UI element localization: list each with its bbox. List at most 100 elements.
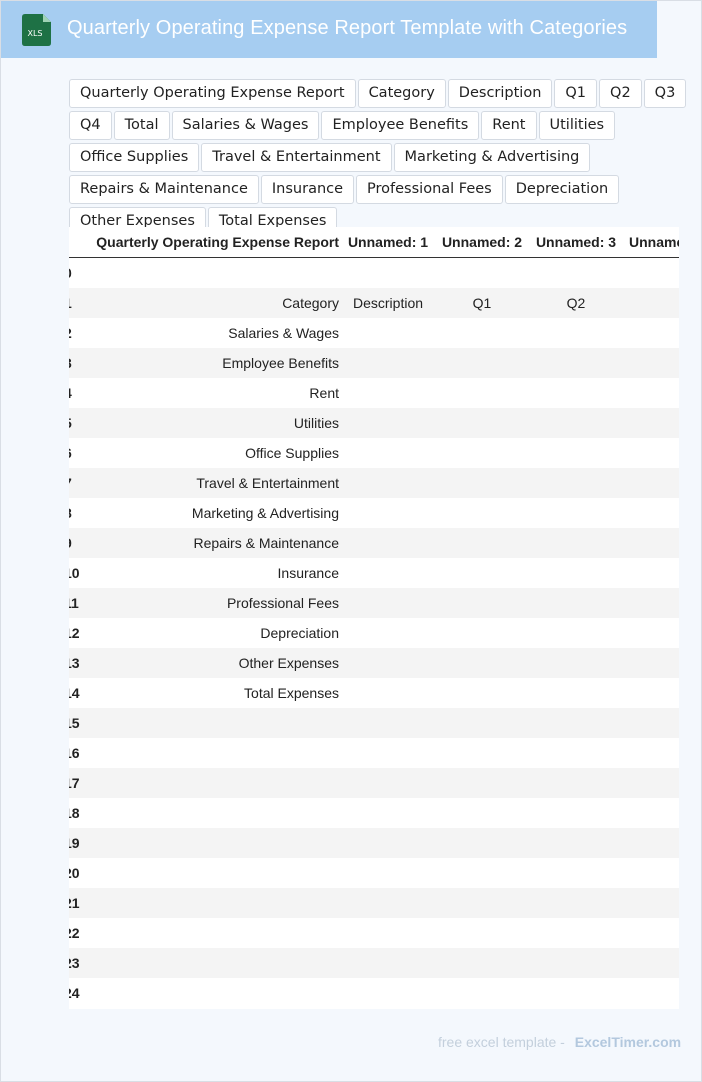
- header-col-unnamed-4: Unnamed: 4: [623, 227, 679, 258]
- cell-main: Category: [81, 288, 341, 318]
- row-index: 5: [69, 408, 81, 438]
- cell-unnamed-1: [341, 798, 435, 828]
- column-chip[interactable]: Office Supplies: [69, 143, 200, 172]
- cell-unnamed-3: Q2: [529, 288, 623, 318]
- cell-main: [81, 768, 341, 798]
- cell-unnamed-1: [341, 528, 435, 558]
- cell-unnamed-3: [529, 708, 623, 738]
- cell-unnamed-3: [529, 948, 623, 978]
- row-index-label: 7: [69, 475, 72, 491]
- page-title: Quarterly Operating Expense Report Templ…: [67, 17, 628, 39]
- row-index: 14: [69, 678, 81, 708]
- table-row: 20: [69, 858, 679, 888]
- table-row: 6 Office Supplies: [69, 438, 679, 468]
- cell-unnamed-4: [623, 498, 679, 528]
- row-index: 24: [69, 978, 81, 1008]
- cell-unnamed-2: [435, 618, 529, 648]
- column-chip[interactable]: Quarterly Operating Expense Report: [69, 79, 356, 108]
- column-chip[interactable]: Utilities: [538, 111, 616, 140]
- footer-brand-link[interactable]: ExcelTimer.com: [575, 1034, 681, 1050]
- cell-unnamed-2: [435, 978, 529, 1008]
- cell-unnamed-1: [341, 468, 435, 498]
- cell-unnamed-2: [435, 738, 529, 768]
- cell-unnamed-1: [341, 738, 435, 768]
- cell-unnamed-3: [529, 498, 623, 528]
- cell-main: [81, 257, 341, 288]
- column-chip[interactable]: Insurance: [260, 175, 355, 204]
- column-chip[interactable]: Rent: [481, 111, 537, 140]
- row-index: 23: [69, 948, 81, 978]
- page-frame: XLS Quarterly Operating Expense Report T…: [0, 0, 702, 1082]
- table-row: 4 Rent: [69, 378, 679, 408]
- sheet-preview[interactable]: Quarterly Operating Expense Report Unnam…: [69, 227, 679, 1009]
- column-chip[interactable]: Q1: [554, 79, 598, 108]
- xls-icon-label: XLS: [27, 29, 42, 38]
- cell-main: Total Expenses: [81, 678, 341, 708]
- row-index-label: 22: [69, 925, 80, 941]
- table-row: 9 Repairs & Maintenance: [69, 528, 679, 558]
- column-chip[interactable]: Depreciation: [504, 175, 620, 204]
- page-header: XLS Quarterly Operating Expense Report T…: [1, 1, 657, 58]
- cell-unnamed-3: [529, 318, 623, 348]
- cell-unnamed-3: [529, 738, 623, 768]
- cell-unnamed-2: [435, 648, 529, 678]
- cell-unnamed-4: [623, 768, 679, 798]
- cell-unnamed-4: [623, 288, 679, 318]
- row-index: 7: [69, 468, 81, 498]
- column-chip[interactable]: Category: [357, 79, 446, 108]
- column-chip[interactable]: Professional Fees: [356, 175, 503, 204]
- cell-unnamed-1: [341, 257, 435, 288]
- column-chip[interactable]: Q3: [643, 79, 687, 108]
- row-index: 22: [69, 918, 81, 948]
- cell-unnamed-2: [435, 408, 529, 438]
- column-chip[interactable]: Description: [447, 79, 553, 108]
- cell-unnamed-1: [341, 438, 435, 468]
- cell-unnamed-1: [341, 648, 435, 678]
- cell-unnamed-4: [623, 948, 679, 978]
- column-chip[interactable]: Total: [113, 111, 170, 140]
- cell-unnamed-4: [623, 348, 679, 378]
- cell-unnamed-4: [623, 438, 679, 468]
- cell-unnamed-1: [341, 558, 435, 588]
- cell-main: [81, 738, 341, 768]
- column-chip[interactable]: Q2: [599, 79, 642, 108]
- row-index-label: 0: [69, 265, 72, 281]
- column-chip[interactable]: Salaries & Wages: [171, 111, 320, 140]
- cell-unnamed-4: [623, 978, 679, 1008]
- cell-unnamed-3: [529, 348, 623, 378]
- row-index-label: 24: [69, 985, 80, 1001]
- cell-unnamed-3: [529, 588, 623, 618]
- header-col-unnamed-1: Unnamed: 1: [341, 227, 435, 258]
- cell-main: [81, 918, 341, 948]
- table-row: 18: [69, 798, 679, 828]
- column-chip[interactable]: Employee Benefits: [321, 111, 480, 140]
- column-chip[interactable]: Marketing & Advertising: [393, 143, 591, 172]
- cell-main: Other Expenses: [81, 648, 341, 678]
- row-index-label: 19: [69, 835, 80, 851]
- table-row: 2 Salaries & Wages: [69, 318, 679, 348]
- row-index: 0: [69, 257, 81, 288]
- cell-unnamed-1: [341, 588, 435, 618]
- cell-unnamed-4: [623, 588, 679, 618]
- cell-unnamed-4: [623, 408, 679, 438]
- column-chip[interactable]: Travel & Entertainment: [201, 143, 392, 172]
- row-index-label: 18: [69, 805, 80, 821]
- row-index-label: 8: [69, 505, 72, 521]
- cell-unnamed-3: [529, 678, 623, 708]
- cell-unnamed-4: [623, 858, 679, 888]
- column-chip[interactable]: Repairs & Maintenance: [69, 175, 259, 204]
- cell-unnamed-2: [435, 318, 529, 348]
- row-index-label: 2: [69, 325, 72, 341]
- table-row: 8 Marketing & Advertising: [69, 498, 679, 528]
- cell-main: [81, 948, 341, 978]
- row-index-label: 3: [69, 355, 72, 371]
- cell-unnamed-3: [529, 257, 623, 288]
- cell-unnamed-2: [435, 678, 529, 708]
- cell-unnamed-3: [529, 858, 623, 888]
- row-index: 6: [69, 438, 81, 468]
- table-row: 7 Travel & Entertainment: [69, 468, 679, 498]
- column-chip-list: Quarterly Operating Expense Report Catego…: [69, 79, 699, 236]
- cell-unnamed-4: [623, 618, 679, 648]
- column-chip[interactable]: Q4: [69, 111, 112, 140]
- row-index-label: 15: [69, 715, 80, 731]
